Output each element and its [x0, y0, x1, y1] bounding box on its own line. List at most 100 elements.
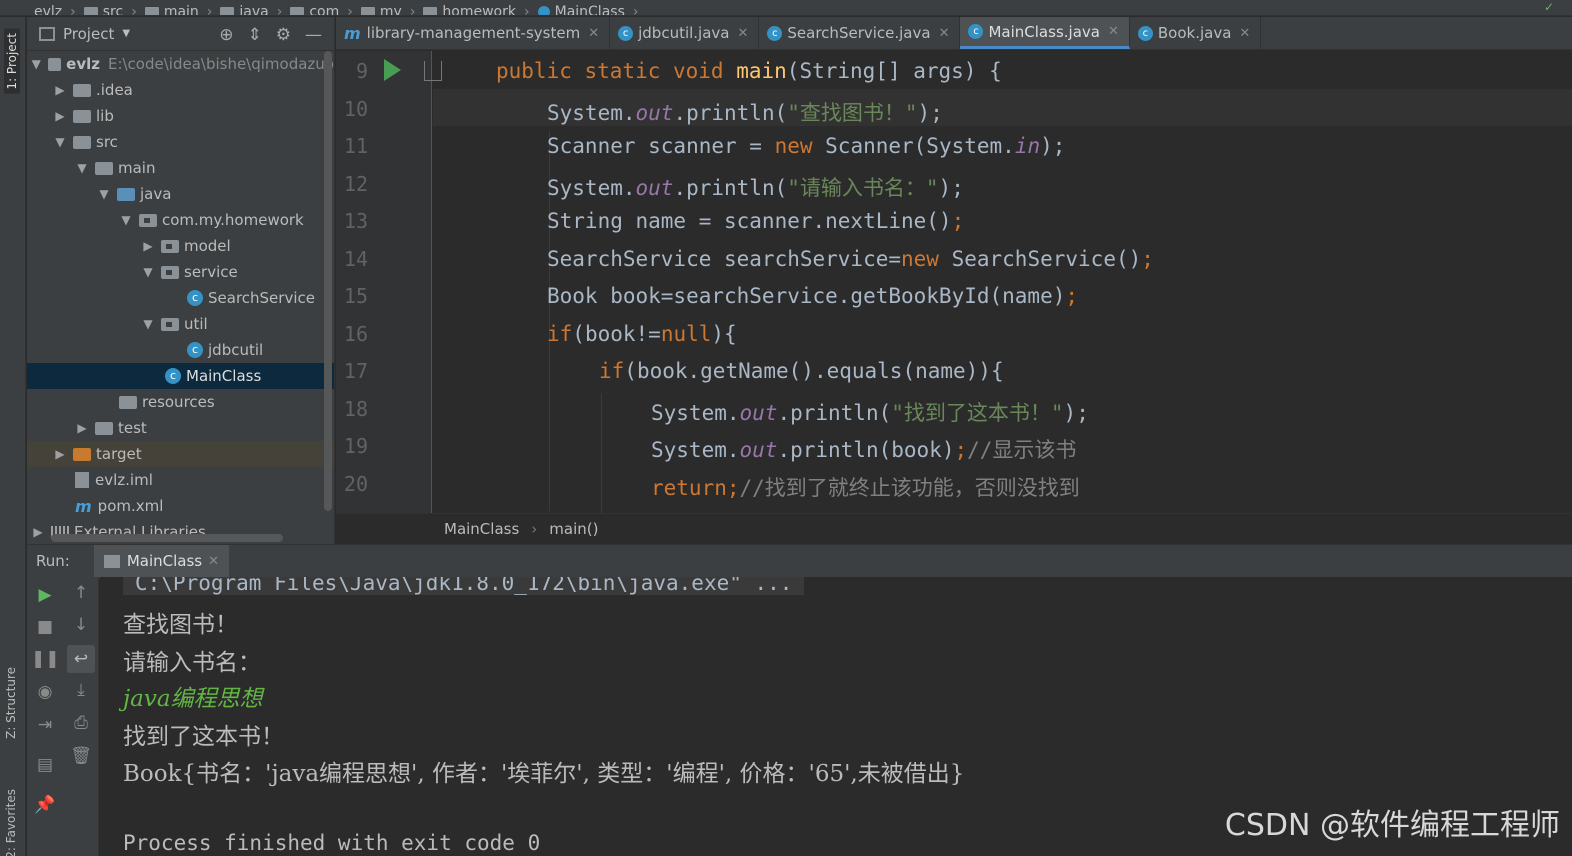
tree-item-idea[interactable]: ▶ .idea	[27, 77, 334, 103]
chevron-icon: ›	[131, 4, 137, 16]
tree-item-service[interactable]: ▼ service	[27, 259, 334, 285]
project-view-selector[interactable]: Project	[63, 25, 114, 43]
expand-arrow-icon[interactable]: ▼	[119, 213, 133, 227]
expand-arrow-icon[interactable]: ▼	[53, 135, 67, 149]
tree-item-java[interactable]: ▼ java	[27, 181, 334, 207]
nav-crumb-my[interactable]: my ›	[360, 5, 415, 15]
expand-arrow-icon[interactable]: ▼	[141, 265, 155, 279]
tab-book[interactable]: c Book.java ✕	[1130, 17, 1262, 49]
locate-icon[interactable]: ⊕	[219, 25, 233, 45]
tree-item-util[interactable]: ▼ util	[27, 311, 334, 337]
tree-item-label: .idea	[96, 81, 133, 99]
rerun-icon[interactable]: ▶	[31, 585, 59, 605]
code-token: );	[917, 101, 943, 125]
layout-icon[interactable]: ▤	[31, 755, 59, 775]
structure-tool-tab[interactable]: Z: Structure	[4, 667, 18, 739]
tree-item-evlz-iml[interactable]: evlz.iml	[27, 467, 334, 493]
close-icon[interactable]: ✕	[939, 26, 950, 41]
tree-item-pom[interactable]: m pom.xml	[27, 493, 334, 519]
expand-arrow-icon[interactable]: ▶	[141, 239, 155, 253]
expand-arrow-icon[interactable]: ▼	[31, 57, 42, 71]
expand-arrow-icon[interactable]: ▶	[53, 447, 67, 461]
nav-crumb-mainclass[interactable]: MainClass ›	[537, 5, 638, 15]
tree-item-lib[interactable]: ▶ lib	[27, 103, 334, 129]
expand-arrow-icon[interactable]: ▶	[53, 83, 67, 97]
expand-arrow-icon[interactable]: ▶	[53, 109, 67, 123]
close-icon[interactable]: ✕	[1108, 24, 1119, 39]
fold-marker-icon[interactable]	[424, 61, 442, 81]
arrow-up-icon[interactable]: ↑	[67, 583, 95, 603]
print-icon[interactable]: ⎙	[67, 713, 95, 733]
tab-jdbcutil[interactable]: c jdbcutil.java ✕	[610, 17, 760, 49]
login-icon[interactable]: ⇥	[31, 715, 59, 735]
folder-icon	[220, 7, 235, 15]
arrow-down-icon[interactable]: ↓	[67, 615, 95, 635]
nav-crumb-label: com	[309, 4, 340, 16]
nav-crumb-com[interactable]: com ›	[290, 4, 353, 16]
nav-crumb-main[interactable]: main ›	[144, 5, 212, 15]
stop-icon[interactable]: ■	[31, 617, 59, 637]
tree-item-package[interactable]: ▼ com.my.homework	[27, 207, 334, 233]
expand-arrow-icon[interactable]: ▼	[97, 187, 111, 201]
scroll-to-end-icon[interactable]: ⤓	[67, 680, 95, 700]
tree-item-jdbcutil[interactable]: c jdbcutil	[27, 337, 334, 363]
resources-folder-icon	[119, 395, 137, 409]
code-line-17: if(book.getName().equals(name)){	[599, 359, 1004, 383]
tab-mainclass[interactable]: c MainClass.java ✕	[960, 17, 1130, 49]
tab-library-management-system[interactable]: m library-management-system ✕	[336, 17, 611, 49]
breadcrumb-class[interactable]: MainClass	[444, 520, 519, 538]
expand-arrow-icon[interactable]: ▼	[141, 317, 155, 331]
pin-icon[interactable]: 📌	[31, 795, 59, 815]
tree-item-src[interactable]: ▼ src	[27, 129, 334, 155]
maven-icon: m	[75, 496, 92, 516]
run-tab-label: MainClass	[126, 552, 203, 570]
project-vertical-scrollbar[interactable]	[324, 51, 332, 511]
expand-arrow-icon[interactable]: ▶	[31, 525, 45, 539]
close-icon[interactable]: ✕	[1239, 26, 1250, 41]
pause-icon[interactable]: ❚❚	[31, 649, 60, 669]
breadcrumb-method[interactable]: main()	[549, 520, 598, 538]
tab-searchservice[interactable]: c SearchService.java ✕	[759, 17, 961, 49]
nav-crumb-src[interactable]: src ›	[83, 4, 137, 16]
collapse-all-icon[interactable]: ⇕	[248, 25, 262, 45]
folder-icon	[73, 109, 91, 123]
nav-crumb-homework[interactable]: homework ›	[423, 5, 530, 15]
close-icon[interactable]: ✕	[588, 26, 599, 41]
folder-icon	[83, 7, 98, 15]
close-icon[interactable]: ✕	[738, 26, 749, 41]
nav-crumb-label: evlz	[34, 4, 63, 16]
tree-item-resources[interactable]: resources	[27, 389, 334, 415]
camera-icon[interactable]: ◉	[31, 682, 59, 702]
close-icon[interactable]: ✕	[208, 554, 219, 569]
tree-item-test[interactable]: ▶ test	[27, 415, 334, 441]
gear-icon[interactable]: ⚙	[276, 25, 291, 45]
tree-item-root[interactable]: ▼ evlz E:\code\idea\bishe\qimodazuo	[27, 51, 334, 77]
nav-crumb-java[interactable]: java ›	[220, 5, 282, 15]
run-gutter-icon[interactable]	[384, 59, 401, 81]
tree-item-model[interactable]: ▶ model	[27, 233, 334, 259]
nav-crumb-project[interactable]: evlz ›	[34, 4, 76, 16]
console-user-input: java编程思想	[123, 686, 263, 712]
code-editor[interactable]: 9 10 11 12 13 14 15 16 17 18 19 20 publi…	[336, 51, 1572, 513]
run-tab-mainclass[interactable]: MainClass ✕	[93, 544, 230, 578]
tree-item-searchservice[interactable]: c SearchService	[27, 285, 334, 311]
runnable-class-icon: c	[165, 368, 181, 384]
dropdown-caret-icon[interactable]: ▼	[122, 28, 130, 39]
trash-icon[interactable]: 🗑	[67, 746, 95, 766]
expand-arrow-icon[interactable]: ▶	[75, 421, 89, 435]
project-tool-tab[interactable]: 1: Project	[4, 29, 20, 94]
code-token: if	[599, 359, 625, 383]
tree-item-mainclass[interactable]: c MainClass	[27, 363, 334, 389]
build-hammer-icon[interactable]: ✓	[1544, 0, 1560, 14]
code-token: "找到了这本书！"	[891, 401, 1064, 425]
project-horizontal-scrollbar[interactable]	[51, 534, 283, 542]
line-number: 20	[343, 472, 368, 496]
hide-panel-icon[interactable]: —	[305, 25, 322, 45]
package-icon	[161, 239, 179, 253]
expand-arrow-icon[interactable]: ▼	[75, 161, 89, 175]
soft-wrap-icon[interactable]: ↩	[67, 645, 95, 673]
favorites-tool-tab[interactable]: 2: Favorites	[4, 789, 18, 856]
tree-item-target[interactable]: ▶ target	[27, 441, 334, 467]
tree-item-main[interactable]: ▼ main	[27, 155, 334, 181]
tree-item-label: SearchService	[208, 289, 315, 307]
